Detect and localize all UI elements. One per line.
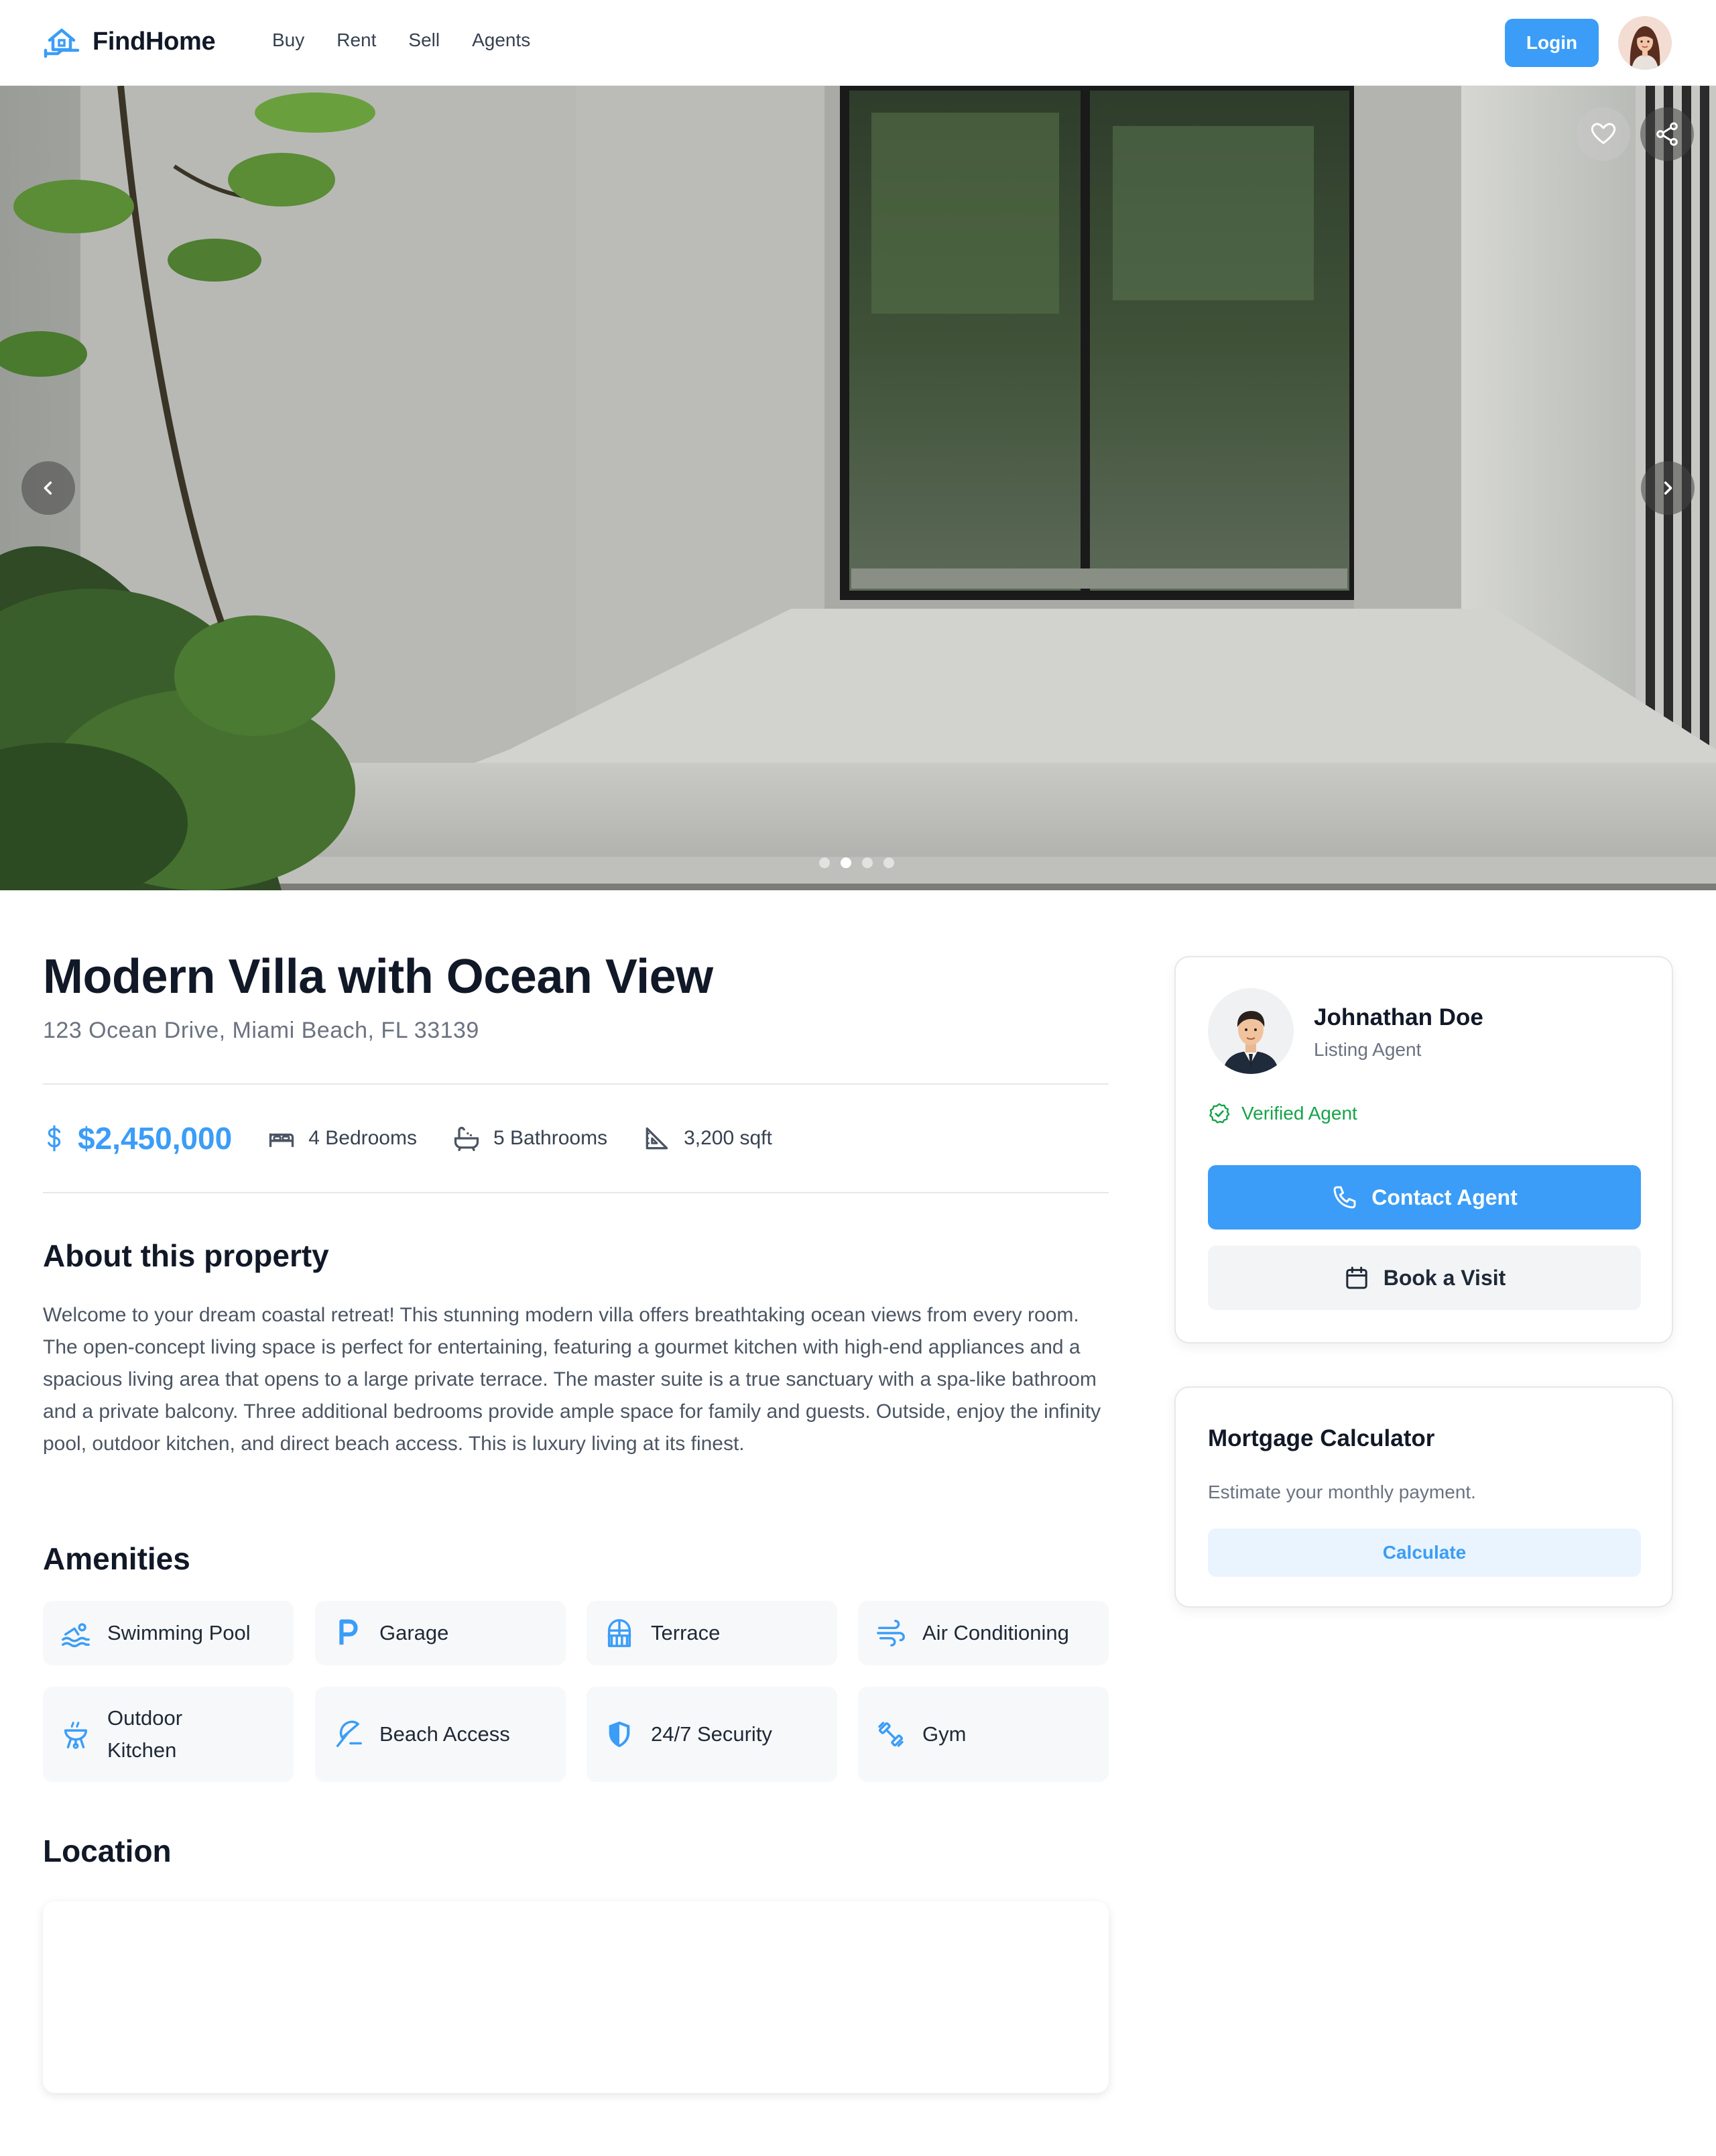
carousel-dot[interactable] (862, 857, 873, 868)
carousel-dot[interactable] (883, 857, 894, 868)
bedrooms-stat: 4 Bedrooms (267, 1124, 417, 1153)
carousel-prev-button[interactable] (21, 461, 75, 515)
bedrooms: 4 Bedrooms (308, 1127, 417, 1149)
chevron-left-icon (44, 481, 52, 495)
umbrella-icon (336, 1720, 362, 1747)
price: $2,450,000 (78, 1121, 233, 1156)
verified-badge: Verified Agent (1208, 1102, 1357, 1125)
brand-logo[interactable]: FindHome (43, 23, 216, 60)
mortgage-calculator-card: Mortgage Calculator Estimate your monthl… (1174, 1386, 1673, 1608)
amenity-label: Beach Access (379, 1722, 510, 1746)
property-title: Modern Villa with Ocean View (43, 950, 713, 1004)
amenity-outdoor-kitchen: Outdoor Kitchen (43, 1687, 294, 1782)
amenity-label: Air Conditioning (922, 1621, 1069, 1644)
location-heading: Location (43, 1834, 172, 1868)
property-address: 123 Ocean Drive, Miami Beach, FL 33139 (43, 1018, 479, 1043)
agent-avatar (1208, 988, 1294, 1074)
amenities-heading: Amenities (43, 1541, 190, 1576)
share-icon (1656, 122, 1678, 146)
bathtub-icon (454, 1126, 479, 1152)
amenity-label: Garage (379, 1621, 449, 1644)
book-visit-button[interactable]: Book a Visit (1208, 1246, 1641, 1310)
bed-icon (269, 1133, 294, 1147)
amenity-label: Outdoor Kitchen (107, 1706, 183, 1762)
property-photo-carousel[interactable] (0, 86, 1716, 890)
amenity-label: Swimming Pool (107, 1621, 251, 1644)
calendar-icon (1346, 1266, 1367, 1289)
property-description: Welcome to your dream coastal retreat! T… (43, 1304, 1101, 1455)
verified-label: Verified Agent (1241, 1103, 1357, 1124)
location-map[interactable] (43, 1901, 1109, 2093)
set-square-icon (646, 1127, 668, 1150)
calculate-button[interactable]: Calculate (1208, 1529, 1641, 1577)
carousel-dots (819, 857, 905, 868)
heart-icon (1591, 123, 1616, 144)
carousel-dot-active[interactable] (841, 857, 851, 868)
top-navbar: FindHome Buy Rent Sell Agents Login (0, 0, 1716, 86)
amenity-label: Terrace (651, 1621, 721, 1644)
user-avatar-image (1618, 16, 1672, 70)
amenity-security: 24/7 Security (587, 1687, 837, 1782)
brand-name: FindHome (93, 27, 216, 56)
chevron-right-icon (1664, 481, 1672, 495)
agent-role: Listing Agent (1314, 1039, 1422, 1060)
divider (43, 1192, 1109, 1193)
dumbbell-icon (878, 1722, 904, 1747)
parking-icon (339, 1619, 358, 1645)
amenity-swimming-pool: Swimming Pool (43, 1601, 294, 1665)
verified-check-icon (1209, 1103, 1230, 1124)
contact-agent-label: Contact Agent (1371, 1185, 1518, 1209)
agent-name: Johnathan Doe (1314, 1004, 1483, 1030)
amenity-air-conditioning: Air Conditioning (858, 1601, 1109, 1665)
bathrooms: 5 Bathrooms (493, 1127, 608, 1149)
amenity-terrace: Terrace (587, 1601, 837, 1665)
login-button[interactable]: Login (1505, 19, 1599, 67)
about-heading: About this property (43, 1238, 329, 1273)
property-stats: $2,450,000 4 Bedrooms 5 Bathrooms 3,200 … (43, 1116, 807, 1161)
mortgage-title: Mortgage Calculator (1208, 1425, 1435, 1451)
divider (43, 1083, 1109, 1085)
bathrooms-stat: 5 Bathrooms (452, 1124, 607, 1153)
nav-buy-link[interactable]: Buy (272, 29, 304, 51)
terrace-icon (607, 1619, 631, 1647)
phone-icon (1333, 1186, 1356, 1209)
contact-agent-button[interactable]: Contact Agent (1208, 1165, 1641, 1230)
dollar-icon (48, 1125, 61, 1152)
mortgage-subtitle: Estimate your monthly payment. (1208, 1482, 1476, 1502)
agent-photo (1208, 988, 1294, 1074)
nav-sell-link[interactable]: Sell (408, 29, 440, 51)
book-visit-label: Book a Visit (1383, 1265, 1506, 1290)
wind-icon (877, 1620, 905, 1646)
amenity-label: 24/7 Security (651, 1722, 772, 1746)
favorite-button[interactable] (1577, 107, 1630, 161)
share-button[interactable] (1640, 107, 1694, 161)
amenity-label: Gym (922, 1722, 967, 1746)
area-stat: 3,200 sqft (642, 1124, 772, 1153)
property-photo (0, 86, 1716, 890)
nav-rent-link[interactable]: Rent (336, 29, 376, 51)
user-avatar[interactable] (1618, 16, 1672, 70)
grill-icon (64, 1722, 88, 1749)
shield-icon (609, 1721, 630, 1748)
area: 3,200 sqft (684, 1127, 772, 1149)
agent-card: Johnathan Doe Listing Agent Verified Age… (1174, 956, 1673, 1343)
nav-agents-link[interactable]: Agents (472, 29, 530, 51)
pool-icon (62, 1623, 90, 1648)
amenity-garage: Garage (315, 1601, 566, 1665)
house-logo-icon (44, 28, 80, 58)
amenity-beach-access: Beach Access (315, 1687, 566, 1782)
carousel-dot[interactable] (819, 857, 830, 868)
main-nav: Buy Rent Sell Agents (272, 29, 562, 51)
price-stat: $2,450,000 (43, 1120, 232, 1156)
carousel-next-button[interactable] (1641, 461, 1695, 515)
amenity-gym: Gym (858, 1687, 1109, 1782)
